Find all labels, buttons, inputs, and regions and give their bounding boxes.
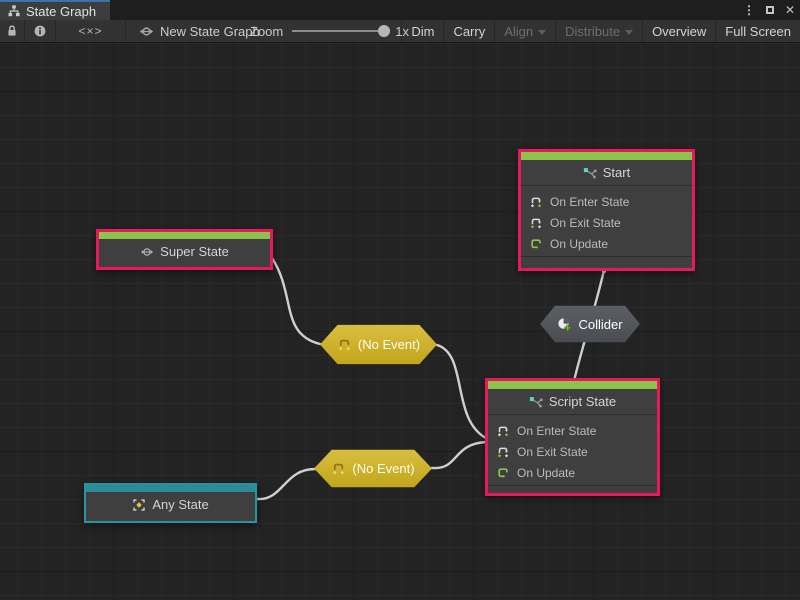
transition-label: (No Event) <box>358 337 420 352</box>
state-title: Any State <box>152 497 208 512</box>
callback-row-on-exit[interactable]: On Exit State <box>521 212 692 233</box>
dim-label: Dim <box>411 24 434 39</box>
wire-transition2-to-scriptstate[interactable] <box>432 442 486 468</box>
fsm-icon <box>139 24 154 39</box>
zoom-slider-handle[interactable] <box>378 25 390 37</box>
hierarchy-icon <box>7 4 21 18</box>
state-title: Script State <box>549 394 616 409</box>
state-title: Start <box>603 165 630 180</box>
state-title-bar[interactable]: Script State <box>488 389 657 415</box>
any-state-icon <box>132 498 146 512</box>
zoom-control: Zoom 1x <box>250 20 409 42</box>
no-event-icon <box>331 461 346 476</box>
state-node-script-state[interactable]: Script State On Enter State <box>485 378 660 496</box>
state-header-strip <box>86 485 255 492</box>
zoom-value: 1x <box>395 24 409 39</box>
callback-label: On Enter State <box>517 424 596 438</box>
state-title-bar[interactable]: Start <box>521 160 692 186</box>
wire-transition1-to-scriptstate[interactable] <box>437 345 486 438</box>
window-menu-icon[interactable]: ⋮ <box>743 3 755 17</box>
on-exit-state-icon <box>496 445 510 459</box>
chevron-down-icon <box>625 30 633 35</box>
fsm-icon <box>140 245 154 259</box>
state-header-strip <box>99 232 270 239</box>
callback-row-on-enter[interactable]: On Enter State <box>521 191 692 212</box>
align-label: Align <box>504 24 533 39</box>
fullscreen-button[interactable]: Full Screen <box>715 20 800 42</box>
callback-label: On Exit State <box>550 216 621 230</box>
tab-state-graph[interactable]: State Graph <box>0 0 110 20</box>
state-header-strip <box>521 152 692 160</box>
graph-canvas[interactable]: Collider (No Event) (No Event) <box>0 43 800 600</box>
callback-row-on-exit[interactable]: On Exit State <box>488 441 657 462</box>
state-node-footer <box>521 256 692 268</box>
state-node-any-state[interactable]: Any State <box>84 483 257 523</box>
code-bind-glyph: <×> <box>78 24 102 38</box>
overview-label: Overview <box>652 24 706 39</box>
script-graph-icon <box>529 395 543 409</box>
distribute-label: Distribute <box>565 24 620 39</box>
distribute-button[interactable]: Distribute <box>555 20 642 42</box>
wire-anystate-to-transition2[interactable] <box>257 469 315 499</box>
state-node-footer <box>488 485 657 493</box>
tab-title: State Graph <box>26 4 96 19</box>
overview-button[interactable]: Overview <box>642 20 715 42</box>
info-icon <box>33 24 47 38</box>
callback-row-on-update[interactable]: On Update <box>488 462 657 483</box>
info-button[interactable] <box>25 20 56 42</box>
collider-icon <box>557 317 572 332</box>
state-graph-window: State Graph ⋮ ✕ <×> <box>0 0 800 600</box>
no-event-icon <box>337 337 352 352</box>
state-node-start[interactable]: Start On Enter State <box>518 149 695 271</box>
on-enter-state-icon <box>496 424 510 438</box>
window-controls: ⋮ ✕ <box>743 0 795 20</box>
carry-label: Carry <box>453 24 485 39</box>
on-exit-state-icon <box>529 216 543 230</box>
state-node-super-state[interactable]: Super State <box>96 229 273 270</box>
state-title: Super State <box>160 244 229 259</box>
on-update-icon <box>529 237 543 251</box>
fullscreen-label: Full Screen <box>725 24 791 39</box>
wire-superstate-to-transition1[interactable] <box>272 258 320 344</box>
state-callback-list: On Enter State On Exit State <box>521 186 692 256</box>
graph-toolbar: <×> New State Graph Zoom 1x Dim Carry <box>0 20 800 43</box>
toolbar-right-group: Dim Carry Align Distribute Overview Full… <box>401 20 800 42</box>
lock-icon <box>5 24 19 38</box>
state-title-bar[interactable]: Super State <box>99 239 270 264</box>
code-bind-button[interactable]: <×> <box>56 20 126 42</box>
transition-node-1[interactable]: (No Event) <box>320 324 437 365</box>
graph-name-label: New State Graph <box>160 24 260 39</box>
state-callback-list: On Enter State On Exit State <box>488 415 657 485</box>
callback-label: On Enter State <box>550 195 629 209</box>
callback-row-on-update[interactable]: On Update <box>521 233 692 254</box>
state-title-bar[interactable]: Any State <box>86 492 255 517</box>
on-update-icon <box>496 466 510 480</box>
chevron-down-icon <box>538 30 546 35</box>
state-header-strip <box>488 381 657 389</box>
condition-node-collider[interactable]: Collider <box>540 305 640 343</box>
maximize-icon[interactable] <box>766 6 774 14</box>
transition-node-2[interactable]: (No Event) <box>314 449 432 488</box>
close-icon[interactable]: ✕ <box>785 3 795 17</box>
condition-label: Collider <box>578 317 622 332</box>
lock-button[interactable] <box>0 20 25 42</box>
on-enter-state-icon <box>529 195 543 209</box>
callback-row-on-enter[interactable]: On Enter State <box>488 420 657 441</box>
align-button[interactable]: Align <box>494 20 555 42</box>
tab-bar: State Graph ⋮ ✕ <box>0 0 800 20</box>
graph-name-section[interactable]: New State Graph <box>126 20 260 42</box>
zoom-label: Zoom <box>250 24 283 39</box>
callback-label: On Exit State <box>517 445 588 459</box>
script-graph-icon <box>583 166 597 180</box>
zoom-slider[interactable] <box>292 30 386 32</box>
callback-label: On Update <box>550 237 608 251</box>
transition-label: (No Event) <box>352 461 414 476</box>
carry-button[interactable]: Carry <box>443 20 494 42</box>
callback-label: On Update <box>517 466 575 480</box>
